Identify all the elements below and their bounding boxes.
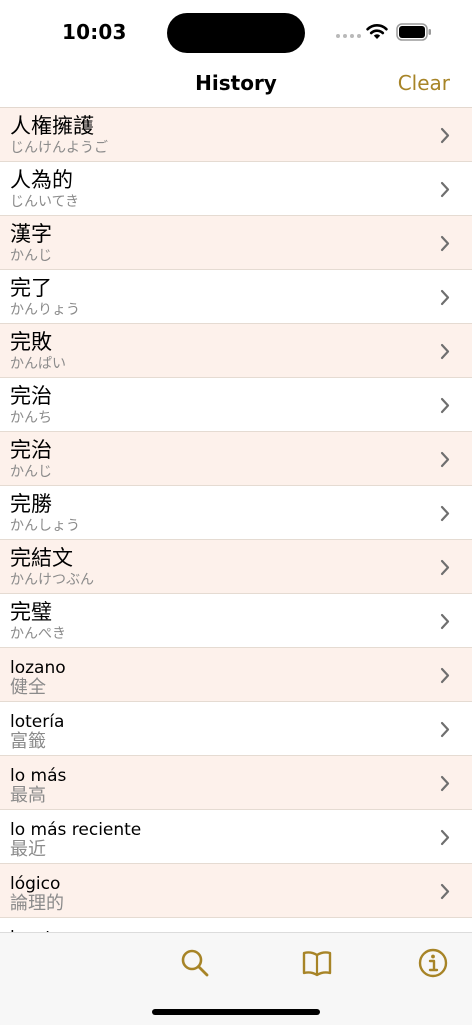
history-row[interactable]: 完璧 かんぺき	[0, 594, 472, 648]
history-row[interactable]: 完治 かんち	[0, 378, 472, 432]
history-row[interactable]: 完結文 かんけつぶん	[0, 540, 472, 594]
history-row[interactable]: lo más 最高	[0, 756, 472, 810]
history-row[interactable]: locutor	[0, 918, 472, 932]
history-row-subtitle: じんいてき	[10, 194, 80, 210]
history-row[interactable]: 完敗 かんぱい	[0, 324, 472, 378]
history-row-subtitle: かんしょう	[10, 518, 80, 534]
chevron-right-icon	[440, 235, 450, 252]
chevron-right-icon	[440, 721, 450, 738]
cellular-signal-icon	[336, 34, 361, 38]
history-row[interactable]: lotería 富籤	[0, 702, 472, 756]
history-row[interactable]: lógico 論理的	[0, 864, 472, 918]
history-row-title: 完璧	[10, 600, 52, 624]
history-row[interactable]: 人権擁護じんけんようご	[0, 108, 472, 162]
chevron-right-icon	[440, 127, 450, 144]
chevron-right-icon	[440, 397, 450, 414]
history-row-subtitle: 富籤	[10, 731, 46, 752]
history-row[interactable]: 完治 かんじ	[0, 432, 472, 486]
chevron-right-icon	[440, 883, 450, 900]
history-row-title: 完治	[10, 438, 52, 462]
status-bar: 10:03	[0, 0, 472, 60]
history-row-title: 人権擁護	[10, 114, 94, 138]
status-time: 10:03	[62, 20, 127, 44]
history-row-title: 完勝	[10, 492, 52, 516]
chevron-right-icon	[440, 289, 450, 306]
chevron-right-icon	[440, 775, 450, 792]
chevron-right-icon	[440, 829, 450, 846]
history-row-subtitle: かんち	[10, 410, 52, 426]
history-row-subtitle: 論理的	[10, 893, 64, 914]
home-indicator	[152, 1009, 320, 1015]
history-row-subtitle: かんぱい	[10, 356, 66, 372]
history-row[interactable]: 完勝 かんしょう	[0, 486, 472, 540]
clear-button[interactable]: Clear	[398, 71, 450, 95]
history-row-title: 漢字	[10, 222, 52, 246]
chevron-right-icon	[440, 451, 450, 468]
chevron-right-icon	[440, 343, 450, 360]
history-row-title: 人為的	[10, 168, 73, 192]
wifi-icon	[366, 24, 388, 39]
battery-icon	[396, 23, 431, 41]
history-row[interactable]: 人為的 じんいてき	[0, 162, 472, 216]
history-row[interactable]: lozano 健全	[0, 648, 472, 702]
navigation-bar: History Clear	[0, 60, 472, 108]
history-row[interactable]: 漢字 かんじ	[0, 216, 472, 270]
dynamic-island	[167, 13, 305, 53]
history-row-subtitle: 健全	[10, 677, 46, 698]
history-row-title: 完了	[10, 276, 52, 300]
chevron-right-icon	[440, 181, 450, 198]
history-row-subtitle: かんけつぶん	[10, 572, 94, 588]
history-row[interactable]: lo más reciente 最近	[0, 810, 472, 864]
chevron-right-icon	[440, 613, 450, 630]
history-row-subtitle: かんりょう	[10, 302, 80, 318]
history-row-title: 完結文	[10, 546, 73, 570]
history-list[interactable]: 人権擁護 じんけんようご 人為的 じんいてき 漢字 かんじ 完了 かんりょう 完敗 かんぱい 完治か…	[0, 108, 472, 932]
history-row-subtitle: かんじ	[10, 248, 52, 264]
history-row-subtitle: かんじ	[10, 464, 52, 480]
info-icon[interactable]	[417, 947, 449, 979]
history-row-title: 完敗	[10, 330, 52, 354]
history-row-subtitle: 最近	[10, 839, 46, 860]
history-row[interactable]: 完了 かんりょう	[0, 270, 472, 324]
history-row-title: 完治	[10, 384, 52, 408]
chevron-right-icon	[440, 667, 450, 684]
history-row-subtitle: かんぺき	[10, 626, 66, 642]
chevron-right-icon	[440, 559, 450, 576]
history-row-subtitle: じんけんようご	[10, 140, 108, 156]
book-icon[interactable]	[301, 947, 333, 979]
history-row-subtitle: 最高	[10, 785, 46, 806]
chevron-right-icon	[440, 505, 450, 522]
search-icon[interactable]	[179, 947, 211, 979]
